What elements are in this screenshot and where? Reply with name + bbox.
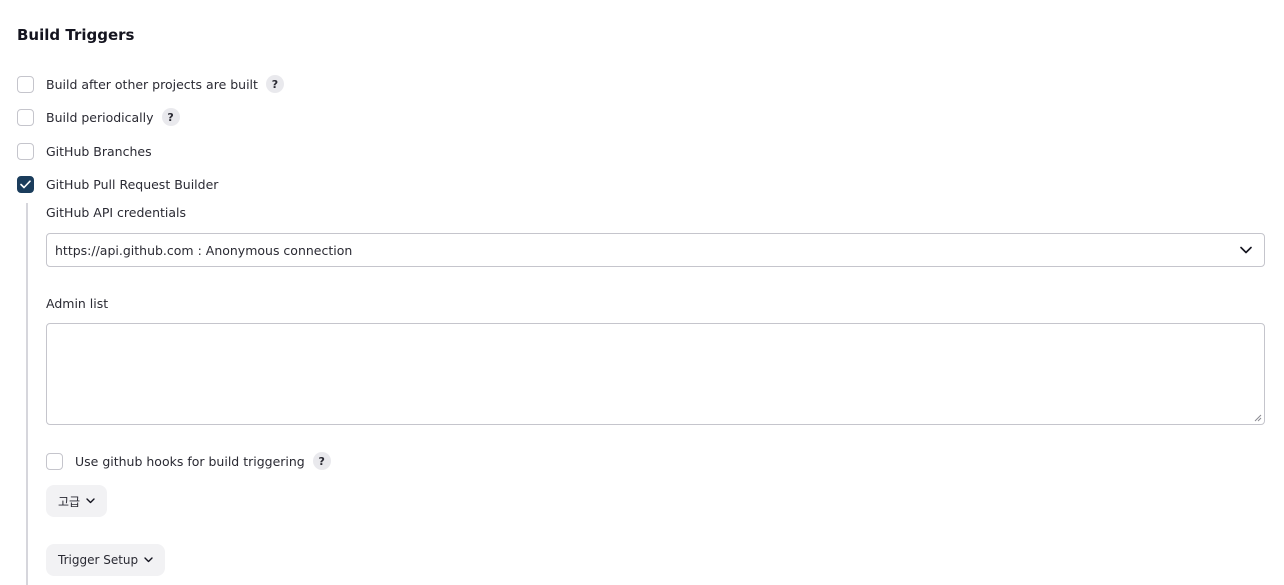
trigger-setup-button-label: Trigger Setup (58, 553, 139, 567)
trigger-github-branches[interactable]: GitHub Branches (17, 141, 152, 161)
nested-section-divider (26, 203, 28, 585)
chevron-down-icon (144, 557, 153, 563)
trigger-github-pull-request-builder[interactable]: GitHub Pull Request Builder (17, 174, 218, 194)
checkbox-build-periodically[interactable] (17, 108, 34, 126)
trigger-label: Build after other projects are built (46, 76, 258, 92)
admin-list-label: Admin list (46, 296, 109, 311)
checkbox-github-branches[interactable] (17, 142, 34, 160)
credentials-label: GitHub API credentials (46, 205, 187, 220)
trigger-setup-button[interactable]: Trigger Setup (46, 544, 166, 576)
build-triggers-page: Build Triggers Build after other project… (0, 0, 1284, 585)
checkbox-github-pull-request-builder[interactable] (17, 175, 34, 193)
trigger-label: GitHub Branches (46, 143, 152, 159)
credentials-select[interactable]: https://api.github.com : Anonymous conne… (46, 233, 1265, 267)
trigger-build-periodically[interactable]: Build periodically ? (17, 107, 180, 127)
trigger-label: Build periodically (46, 109, 154, 125)
credentials-value: https://api.github.com : Anonymous conne… (55, 242, 353, 258)
hooks-label: Use github hooks for build triggering (75, 453, 305, 469)
help-icon[interactable]: ? (265, 75, 284, 93)
advanced-button[interactable]: 고급 (46, 485, 108, 517)
advanced-button-label: 고급 (58, 494, 81, 509)
trigger-build-after-other-projects[interactable]: Build after other projects are built ? (17, 74, 284, 94)
resize-handle-icon[interactable] (1254, 414, 1262, 422)
chevron-down-icon (86, 498, 95, 504)
check-icon (20, 179, 31, 188)
checkbox-use-github-hooks[interactable] (46, 452, 63, 470)
chevron-down-icon (1240, 246, 1252, 254)
section-title: Build Triggers (17, 26, 135, 44)
help-icon[interactable]: ? (312, 452, 331, 470)
admin-list-textarea[interactable] (46, 323, 1265, 425)
trigger-label: GitHub Pull Request Builder (46, 176, 219, 192)
help-icon[interactable]: ? (161, 108, 180, 126)
checkbox-build-after-other-projects[interactable] (17, 75, 34, 93)
use-github-hooks-option[interactable]: Use github hooks for build triggering ? (46, 451, 331, 471)
